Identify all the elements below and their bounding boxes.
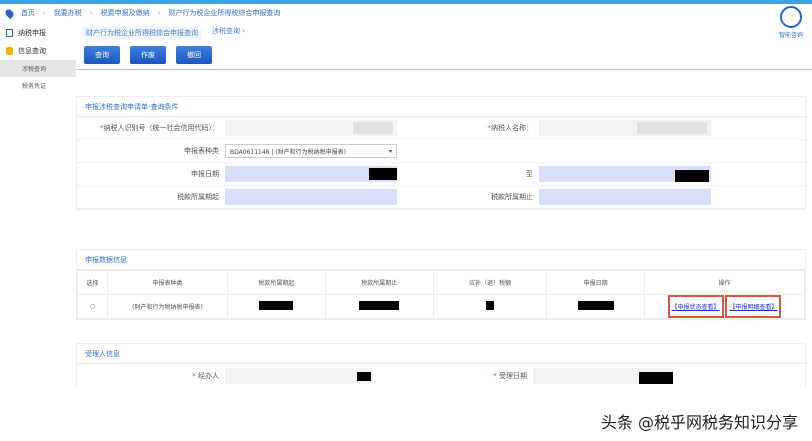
void-button[interactable]: 作废	[130, 46, 166, 64]
status-view-link[interactable]: 【申报状态查看】	[667, 295, 724, 318]
column-header: 申报日期	[546, 270, 645, 295]
taxpayer-name-label: *纳税人名称：	[487, 124, 534, 132]
column-header: 税款所属期止	[324, 270, 434, 295]
period-start-label: 税款所属期起	[177, 193, 219, 201]
withdraw-button[interactable]: 撤回	[176, 46, 212, 64]
sidebar-subitem-tax-query[interactable]: 涉税查询	[0, 60, 76, 77]
top-bar	[0, 0, 812, 4]
redacted	[577, 301, 614, 310]
sidebar-label: 信息查询	[18, 47, 46, 55]
divider	[76, 69, 812, 70]
declaration-data-panel: 申报数据信息 选择 申报表种类 税款所属期起 税款所属期止 应补（退）税额 申报…	[76, 249, 806, 320]
dropdown-arrow-icon: ▾	[388, 147, 392, 155]
date-start-field[interactable]	[225, 166, 397, 182]
sidebar-subitem-tax-voucher[interactable]: 税务凭证	[0, 77, 76, 94]
acceptance-date-field[interactable]	[533, 367, 673, 384]
column-header: 选择	[77, 270, 108, 295]
select-radio[interactable]: ○	[77, 294, 108, 319]
form-type-select[interactable]: BDA0611148 | (财产和行为税纳税申报表) ▾	[225, 144, 397, 158]
handler-info-panel: 受理人信息 * 经办人 * 受理日期	[76, 343, 806, 387]
section-title: 受理人信息	[77, 344, 805, 364]
date-end-field[interactable]	[539, 166, 711, 182]
folder-icon	[6, 47, 13, 55]
taxpayer-id-field[interactable]	[225, 120, 397, 136]
location-icon	[3, 7, 16, 19]
help-avatar-icon	[780, 6, 802, 28]
period-end-label: 税款所属期止	[491, 193, 533, 201]
sidebar-label: 纳税申报	[18, 29, 46, 37]
column-header: 税款所属期起	[227, 270, 326, 295]
breadcrumb-home[interactable]: 首页	[21, 8, 35, 18]
section-title: 申报涉税查询申请单-查询条件	[77, 97, 805, 117]
period-start-field[interactable]	[225, 189, 397, 205]
breadcrumb-item[interactable]: 税费申报及缴纳	[101, 8, 150, 18]
declaration-table: 选择 申报表种类 税款所属期起 税款所属期止 应补（退）税额 申报日期 操作 ○…	[77, 270, 805, 319]
acceptance-date-label: * 受理日期	[493, 371, 527, 380]
period-end-field[interactable]	[539, 189, 711, 205]
handler-field[interactable]	[225, 367, 373, 384]
query-conditions-panel: 申报涉税查询申请单-查询条件 *纳税人识别号（统一社会信用代码）： *纳税人名称…	[76, 96, 806, 210]
sidebar-item-info-query[interactable]: 信息查询	[0, 42, 76, 60]
to-label: 至	[526, 170, 533, 178]
handler-label: * 经办人	[192, 371, 219, 380]
breadcrumb: 首页 › 我要办税 › 税费申报及缴纳 › 财产行为税企业所得税综合申报查询	[3, 7, 281, 19]
taxpayer-name-field[interactable]	[539, 120, 711, 136]
column-header: 操作	[644, 270, 805, 295]
detail-view-link[interactable]: 【申报明细查看】	[725, 295, 782, 318]
column-header: 应补（退）税额	[432, 270, 548, 295]
toolbar: 查询 作废 撤回	[84, 46, 212, 64]
help-label: 智能咨询	[778, 32, 803, 39]
tab-combined-query[interactable]: 财产行为税企业所得税综合申报查询	[82, 26, 202, 40]
date-label: 申报日期	[191, 170, 219, 178]
document-icon	[6, 29, 13, 37]
form-type-label: 申报表种类	[184, 147, 219, 155]
redacted	[359, 301, 400, 310]
query-button[interactable]: 查询	[84, 46, 120, 64]
column-header: 申报表种类	[107, 270, 228, 295]
sidebar: 纳税申报 信息查询 涉税查询 税务凭证	[0, 24, 76, 94]
section-title: 申报数据信息	[77, 250, 805, 270]
breadcrumb-item[interactable]: 我要办税	[54, 8, 82, 18]
tab-bar: 财产行为税企业所得税综合申报查询 涉税查询 ›	[82, 26, 245, 40]
form-cell: (财产和行为税纳税申报表)	[107, 294, 228, 319]
watermark: 头条 @税乎网税务知识分享	[600, 413, 798, 432]
breadcrumb-current: 财产行为税企业所得税综合申报查询	[168, 9, 281, 17]
sidebar-item-tax-filing[interactable]: 纳税申报	[0, 24, 76, 42]
smart-help-button[interactable]: 智能咨询	[776, 6, 806, 39]
redacted	[486, 301, 495, 310]
tab-tax-query[interactable]: 涉税查询 ›	[212, 26, 245, 40]
taxpayer-id-label: *纳税人识别号（统一社会信用代码）：	[100, 124, 219, 132]
table-row: ○ (财产和行为税纳税申报表) 【申报状态查看】 【申报明细查看】	[77, 294, 805, 319]
redacted	[259, 301, 294, 310]
